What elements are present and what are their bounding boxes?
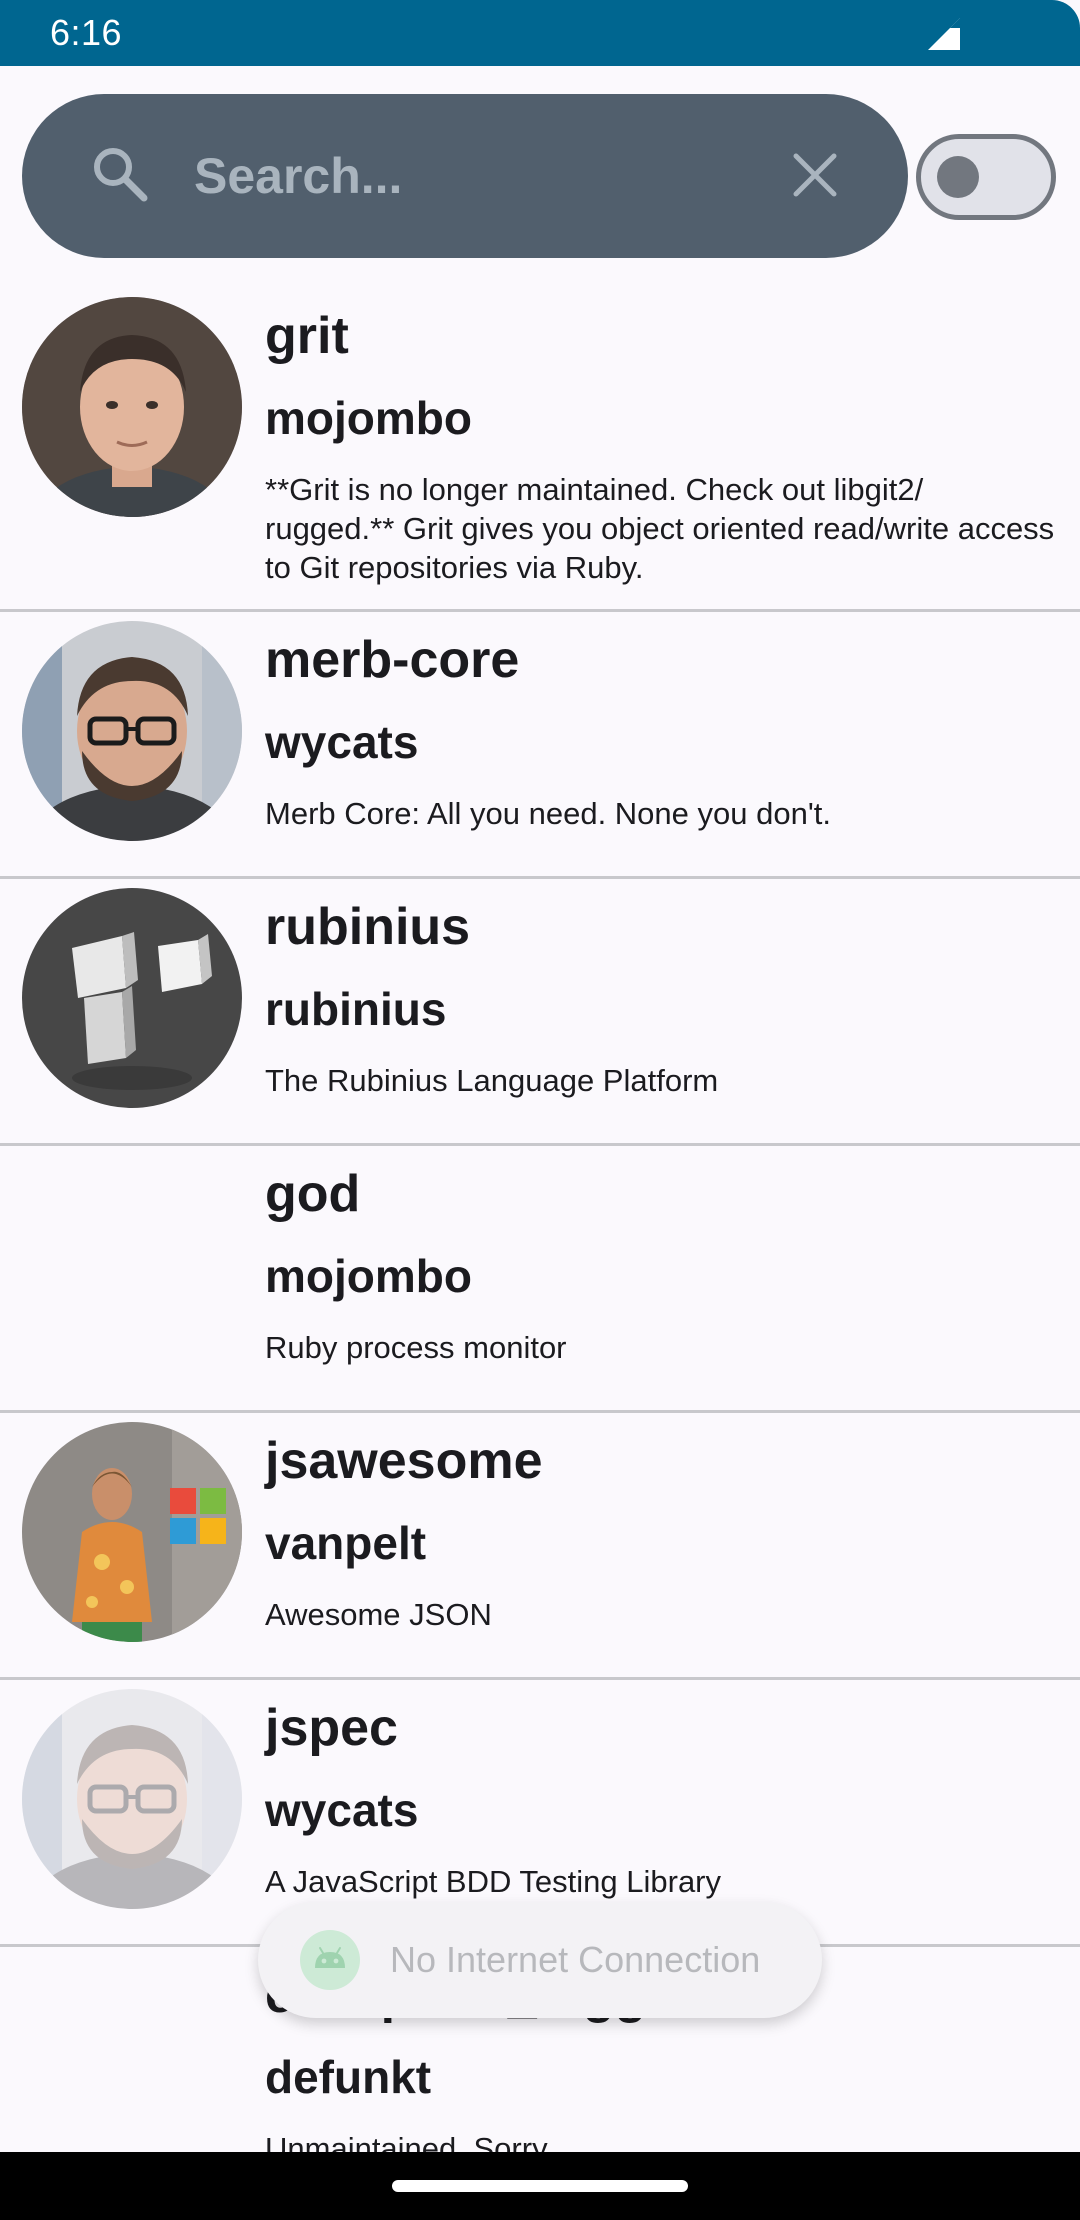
- repo-name: jsawesome: [265, 1432, 543, 1490]
- owner-name: wycats: [265, 1784, 419, 1836]
- repo-name: jspec: [265, 1699, 398, 1757]
- navigation-bar: [0, 2152, 1080, 2220]
- repo-name: rubinius: [265, 898, 471, 956]
- repo-name: god: [265, 1165, 361, 1223]
- repo-description: Merb Core: All you need. None you don't.: [265, 796, 831, 831]
- toast-text: No Internet Connection: [390, 1939, 761, 1980]
- avatar: [22, 888, 242, 1108]
- repo-description: Unmaintained. Sorry.: [265, 2131, 554, 2152]
- search-bar: [22, 94, 908, 258]
- list-item[interactable]: jsawesome vanpelt Awesome JSON: [0, 1413, 1080, 1680]
- avatar: [22, 1422, 242, 1642]
- list-item[interactable]: grit mojombo **Grit is no longer maintai…: [0, 288, 1080, 612]
- mode-toggle-switch[interactable]: [916, 134, 1056, 220]
- cellular-signal-icon: [928, 18, 960, 50]
- android-icon: [300, 1930, 360, 1990]
- owner-name: mojombo: [265, 392, 472, 444]
- home-gesture-handle[interactable]: [392, 2180, 688, 2192]
- toggle-thumb: [937, 156, 979, 198]
- list-item[interactable]: rubinius rubinius The Rubinius Language …: [0, 879, 1080, 1146]
- owner-name: mojombo: [265, 1250, 472, 1302]
- repo-description: **Grit is no longer maintained. Check ou…: [265, 472, 1055, 585]
- repo-list[interactable]: grit mojombo **Grit is no longer maintai…: [0, 288, 1080, 2152]
- search-input[interactable]: [194, 134, 714, 218]
- repo-name: grit: [265, 307, 349, 365]
- owner-name: defunkt: [265, 2051, 432, 2103]
- avatar: [22, 297, 242, 517]
- owner-name: rubinius: [265, 983, 447, 1035]
- repo-description: Ruby process monitor: [265, 1330, 567, 1365]
- owner-name: wycats: [265, 716, 419, 768]
- owner-name: vanpelt: [265, 1517, 427, 1569]
- toast-message: No Internet Connection: [258, 1902, 822, 2018]
- status-bar: 6:16: [0, 0, 1080, 66]
- list-item[interactable]: merb-core wycats Merb Core: All you need…: [0, 612, 1080, 879]
- repo-description: The Rubinius Language Platform: [265, 1063, 719, 1098]
- repo-description: Awesome JSON: [265, 1597, 492, 1632]
- list-item[interactable]: god mojombo Ruby process monitor: [0, 1146, 1080, 1413]
- status-time: 6:16: [50, 12, 123, 53]
- close-icon[interactable]: [784, 144, 846, 206]
- avatar: [22, 621, 242, 841]
- avatar: [22, 1689, 242, 1909]
- repo-description: A JavaScript BDD Testing Library: [265, 1864, 722, 1899]
- search-icon[interactable]: [86, 140, 156, 210]
- screen: 6:16 Search... grit mojombo **Grit is no…: [0, 0, 1080, 2220]
- repo-name: merb-core: [265, 631, 520, 689]
